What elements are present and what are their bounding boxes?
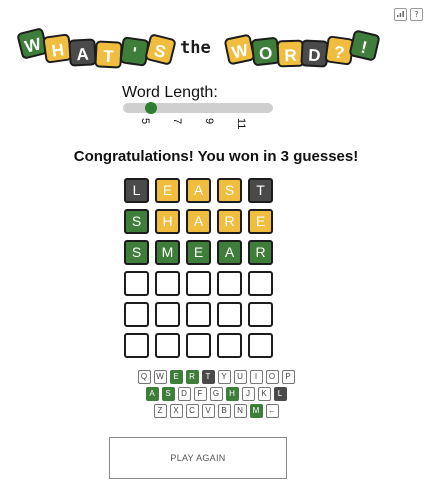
key-x[interactable]: X — [169, 404, 183, 418]
key-f[interactable]: F — [193, 387, 207, 401]
keyboard-row: QWERTYUIOP — [0, 370, 432, 384]
board-cell: R — [217, 209, 242, 234]
word-length-tick: 9 — [203, 118, 215, 125]
board-cell — [248, 271, 273, 296]
key-e[interactable]: E — [169, 370, 183, 384]
board-cell — [186, 302, 211, 327]
board-cell — [217, 271, 242, 296]
word-length-slider-thumb[interactable] — [145, 102, 157, 114]
word-length-tick: 11 — [235, 118, 247, 130]
key-r[interactable]: R — [185, 370, 199, 384]
key-c[interactable]: C — [185, 404, 199, 418]
board-cell — [124, 333, 149, 358]
key-a[interactable]: A — [145, 387, 159, 401]
key-b[interactable]: B — [217, 404, 231, 418]
keyboard-row: ASDFGHJKL — [0, 387, 432, 401]
logo-left-tile: S — [144, 33, 177, 66]
logo-left-tile: A — [68, 38, 97, 67]
board-cell — [155, 302, 180, 327]
board-cell: A — [186, 178, 211, 203]
keyboard-row: Z X C V B N M ← — [0, 404, 432, 418]
guess-board: LEASTSHARESMEAR — [124, 178, 273, 364]
logo-right-tile: ! — [348, 29, 381, 62]
key-h[interactable]: H — [225, 387, 239, 401]
on-screen-keyboard: Q W E R T Y U I O P A S D F G H J K L Z X C V B N M ← — [0, 370, 432, 421]
board-row — [124, 333, 273, 358]
key-k[interactable]: K — [257, 387, 271, 401]
board-cell: S — [124, 209, 149, 234]
key-j[interactable]: J — [241, 387, 255, 401]
key-z[interactable]: Z — [153, 404, 167, 418]
logo-right-tile: W — [223, 33, 256, 66]
board-cell — [248, 302, 273, 327]
board-row: SHARE — [124, 209, 273, 234]
board-cell — [186, 271, 211, 296]
key-u[interactable]: U — [233, 370, 247, 384]
board-cell: A — [186, 209, 211, 234]
play-again-button[interactable]: PLAY AGAIN — [109, 437, 287, 479]
key-d[interactable]: D — [177, 387, 191, 401]
key-l[interactable]: L — [273, 387, 287, 401]
board-cell: R — [248, 240, 273, 265]
board-cell: L — [124, 178, 149, 203]
board-row — [124, 271, 273, 296]
result-message: Congratulations! You won in 3 guesses! — [73, 148, 359, 165]
key-i[interactable]: I — [249, 370, 263, 384]
board-row: SMEAR — [124, 240, 273, 265]
board-row: LEAST — [124, 178, 273, 203]
board-cell — [155, 271, 180, 296]
board-cell: H — [155, 209, 180, 234]
word-length-tick: 7 — [171, 118, 183, 125]
board-cell: T — [248, 178, 273, 203]
key-p[interactable]: P — [281, 370, 295, 384]
key-m[interactable]: M — [249, 404, 263, 418]
board-cell — [217, 333, 242, 358]
logo-the-text: the — [180, 38, 211, 58]
board-cell — [217, 302, 242, 327]
game-logo: the W H A T ' S W O R D?! — [0, 0, 432, 80]
board-cell: E — [155, 178, 180, 203]
word-length-label: Word Length: — [122, 84, 218, 101]
board-cell — [124, 271, 149, 296]
board-cell: S — [124, 240, 149, 265]
key-o[interactable]: O — [265, 370, 279, 384]
key-v[interactable]: V — [201, 404, 215, 418]
board-cell — [248, 333, 273, 358]
board-cell: S — [217, 178, 242, 203]
logo-right-tile: O — [250, 36, 281, 67]
board-cell: M — [155, 240, 180, 265]
backspace-key[interactable]: ← — [265, 404, 279, 418]
key-q[interactable]: Q — [137, 370, 151, 384]
board-cell — [186, 333, 211, 358]
board-cell — [155, 333, 180, 358]
board-cell: A — [217, 240, 242, 265]
board-cell: E — [186, 240, 211, 265]
board-cell: E — [248, 209, 273, 234]
word-length-slider[interactable] — [123, 102, 273, 114]
logo-left-tile: T — [94, 40, 123, 69]
board-cell — [124, 302, 149, 327]
key-s[interactable]: S — [161, 387, 175, 401]
key-t[interactable]: T — [201, 370, 215, 384]
key-g[interactable]: G — [209, 387, 223, 401]
key-w[interactable]: W — [153, 370, 167, 384]
key-n[interactable]: N — [233, 404, 247, 418]
board-row — [124, 302, 273, 327]
word-length-tick: 5 — [139, 118, 151, 125]
key-y[interactable]: Y — [217, 370, 231, 384]
